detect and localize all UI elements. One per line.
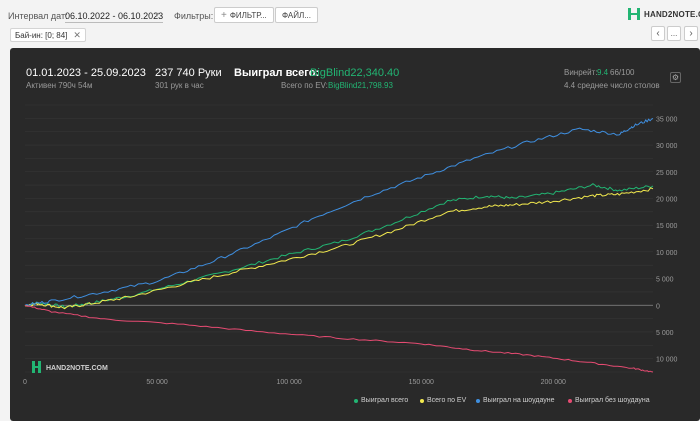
y-tick-label: 5 000 bbox=[656, 277, 674, 284]
x-axis-ticks: 0 50 000 100 000 150 000 200 000 bbox=[23, 379, 566, 386]
legend-label: Всего по EV bbox=[427, 397, 467, 404]
chart-grid bbox=[25, 104, 653, 373]
legend-dot bbox=[568, 398, 572, 403]
y-tick-label: 10 000 bbox=[656, 357, 678, 364]
y-tick-label: 15 000 bbox=[656, 223, 678, 230]
legend-item-showdown[interactable]: Выиграл на шоудауне bbox=[476, 397, 555, 404]
x-tick-label: 200 000 bbox=[541, 379, 566, 386]
chart-series bbox=[24, 117, 654, 373]
legend-label: Выиграл всего bbox=[361, 397, 409, 404]
legend-label: Выиграл на шоудауне bbox=[483, 397, 555, 404]
legend-item-nonshowdown[interactable]: Выиграл без шоудауна bbox=[568, 397, 650, 404]
watermark-icon bbox=[32, 361, 35, 373]
x-tick-label: 100 000 bbox=[276, 379, 301, 386]
legend-label: Выиграл без шоудауна bbox=[575, 397, 650, 404]
profit-chart: 35 000 30 000 25 000 20 000 15 000 10 000 5 00… bbox=[23, 104, 678, 386]
y-tick-label: 0 bbox=[656, 303, 660, 310]
watermark-icon-right bbox=[38, 361, 41, 373]
series-line-3 bbox=[24, 304, 654, 373]
y-tick-label: 10 000 bbox=[656, 250, 678, 257]
watermark-text: HAND2NOTE.COM bbox=[46, 365, 108, 372]
x-tick-label: 150 000 bbox=[409, 379, 434, 386]
x-tick-label: 50 000 bbox=[146, 379, 168, 386]
y-tick-label: 35 000 bbox=[656, 116, 678, 123]
y-axis-ticks: 35 000 30 000 25 000 20 000 15 000 10 000 5 00… bbox=[656, 116, 678, 363]
x-tick-label: 0 bbox=[23, 379, 27, 386]
y-tick-label: 25 000 bbox=[656, 170, 678, 177]
series-line-1 bbox=[24, 187, 654, 310]
legend-item-ev[interactable]: Всего по EV bbox=[420, 397, 466, 404]
watermark: HAND2NOTE.COM bbox=[32, 361, 108, 373]
legend-dot bbox=[420, 398, 424, 403]
legend-dot bbox=[476, 398, 480, 403]
y-tick-label: 30 000 bbox=[656, 143, 678, 150]
legend-dot bbox=[354, 398, 358, 403]
y-tick-label: 20 000 bbox=[656, 196, 678, 203]
y-tick-label: 5 000 bbox=[656, 330, 674, 337]
legend-item-won[interactable]: Выиграл всего bbox=[354, 397, 408, 404]
watermark-icon-bar bbox=[35, 366, 38, 368]
